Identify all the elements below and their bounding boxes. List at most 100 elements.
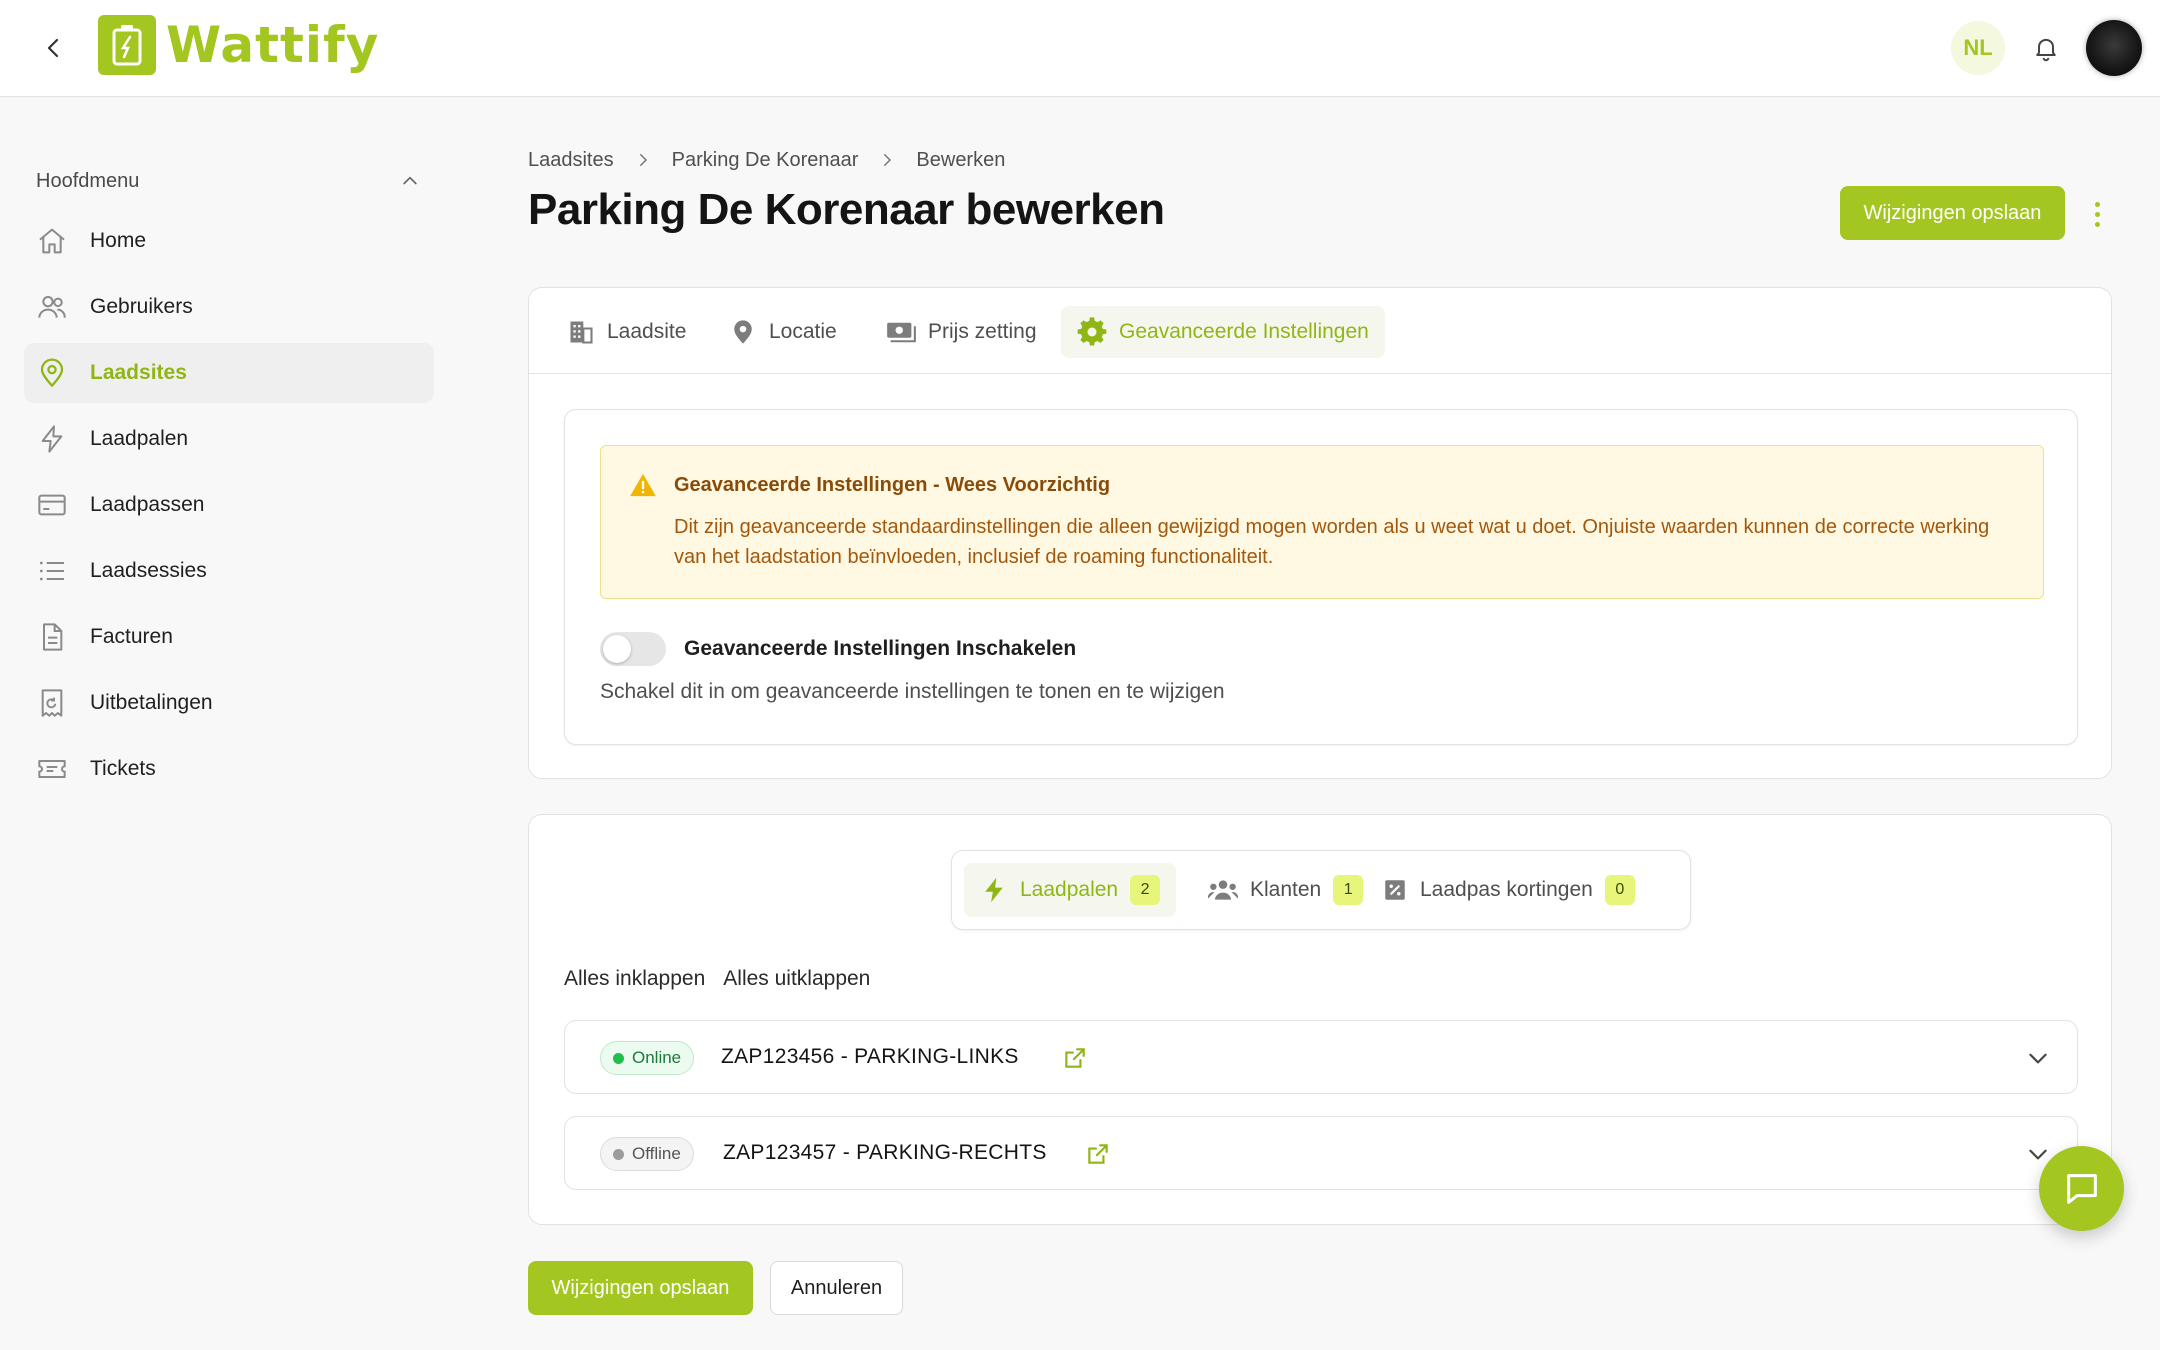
tab-bar: Laadsite Locatie Prijs zetting Geavancee… <box>529 288 2111 374</box>
charger-row[interactable]: Online ZAP123456 - PARKING-LINKS <box>564 1020 2078 1094</box>
list-icon <box>40 561 64 581</box>
document-icon <box>43 623 63 651</box>
breadcrumb-laadsites[interactable]: Laadsites <box>528 149 614 172</box>
chat-icon <box>2066 1173 2097 1204</box>
breadcrumb-current: Bewerken <box>916 148 1006 171</box>
cancel-button[interactable]: Annuleren <box>770 1261 903 1315</box>
chevron-right-icon <box>884 154 892 166</box>
building-icon <box>570 321 593 344</box>
external-link-icon[interactable] <box>1085 1141 1111 1167</box>
warning-text: Dit zijn geavanceerde standaardinstellin… <box>674 516 1990 568</box>
top-bar: Wattify NL <box>0 0 2160 97</box>
sidebar-item-facturen[interactable]: Facturen <box>24 607 434 667</box>
tab-geavanceerde-instellingen[interactable]: Geavanceerde Instellingen <box>1061 306 1385 358</box>
tab-laadsite[interactable]: Laadsite <box>551 306 702 358</box>
warning-title: Geavanceerde Instellingen - Wees Voorzic… <box>674 474 1111 496</box>
bolt-icon <box>41 425 63 453</box>
chargers-card: Laadpalen 2 Klanten 1 Laadpas kortingen … <box>528 814 2112 1225</box>
tab-label: Prijs zetting <box>928 320 1037 343</box>
advanced-settings-toggle[interactable] <box>600 632 666 666</box>
sidebar-item-label: Laadpalen <box>90 427 189 450</box>
collapse-controls: Alles inklappen Alles uitklappen <box>564 967 870 991</box>
brand-name: Wattify <box>166 16 380 74</box>
sidebar: Hoofdmenu Home Gebruikers Laadsites Laad… <box>0 97 448 1350</box>
sidebar-item-home[interactable]: Home <box>24 211 434 271</box>
bell-icon <box>2036 38 2056 62</box>
user-avatar[interactable] <box>2086 20 2142 76</box>
chevron-right-icon <box>639 154 647 166</box>
users-icon <box>38 296 66 318</box>
logo[interactable]: Wattify <box>98 14 379 76</box>
warning-alert: Geavanceerde Instellingen - Wees Voorzic… <box>600 445 2044 599</box>
location-icon <box>734 320 752 344</box>
sidebar-item-label: Laadsessies <box>90 559 207 582</box>
count-badge: 1 <box>1333 875 1364 905</box>
charger-row[interactable]: Offline ZAP123457 - PARKING-RECHTS <box>564 1116 2078 1190</box>
external-link-icon[interactable] <box>1062 1045 1088 1071</box>
advanced-settings-panel: Geavanceerde Instellingen - Wees Voorzic… <box>564 409 2078 745</box>
sidebar-item-label: Facturen <box>90 625 173 648</box>
advanced-toggle-row: Geavanceerde Instellingen Inschakelen <box>600 632 1076 666</box>
battery-logo-icon <box>98 15 156 75</box>
status-dot <box>613 1148 624 1160</box>
sidebar-item-label: Uitbetalingen <box>90 691 213 714</box>
toggle-label: Geavanceerde Instellingen Inschakelen <box>684 637 1077 660</box>
tab-locatie[interactable]: Locatie <box>713 306 853 358</box>
sidebar-item-laadpalen[interactable]: Laadpalen <box>24 409 434 469</box>
save-changes-button-bottom[interactable]: Wijzigingen opslaan <box>528 1261 753 1315</box>
sidebar-item-label: Home <box>90 229 147 252</box>
home-icon <box>39 228 65 254</box>
chevron-up-icon <box>403 176 417 185</box>
expand-all-link[interactable]: Alles uitklappen <box>723 967 870 991</box>
chat-button[interactable] <box>2039 1146 2124 1231</box>
subtab-laadpalen[interactable]: Laadpalen 2 <box>964 863 1177 917</box>
count-badge: 0 <box>1604 875 1635 905</box>
status-badge: Online <box>600 1041 695 1075</box>
users-icon <box>1208 880 1238 900</box>
map-pin-icon <box>40 358 64 388</box>
more-options-button[interactable] <box>2082 194 2112 234</box>
subtab-bar: Laadpalen 2 Klanten 1 Laadpas kortingen … <box>951 850 1691 930</box>
money-icon <box>887 322 916 343</box>
sidebar-item-users[interactable]: Gebruikers <box>24 277 434 337</box>
tab-label: Geavanceerde Instellingen <box>1119 320 1369 343</box>
receipt-icon <box>41 689 63 717</box>
sidebar-item-laadsessies[interactable]: Laadsessies <box>24 541 434 601</box>
breadcrumb-site[interactable]: Parking De Korenaar <box>672 149 859 172</box>
count-badge: 2 <box>1130 875 1161 905</box>
discount-icon <box>1385 880 1405 900</box>
subtab-laadpas-kortingen[interactable]: Laadpas kortingen 0 <box>1366 863 1651 917</box>
status-dot <box>613 1052 624 1064</box>
bolt-icon <box>985 877 1003 903</box>
charger-name: ZAP123457 - PARKING-RECHTS <box>723 1141 1047 1164</box>
breadcrumb: Laadsites Parking De Korenaar Bewerken <box>528 146 1005 174</box>
sidebar-item-label: Laadpassen <box>90 493 205 516</box>
ticket-icon <box>38 760 66 778</box>
sidebar-item-laadsites[interactable]: Laadsites <box>24 343 434 403</box>
subtab-label: Laadpas kortingen <box>1420 878 1593 901</box>
sidebar-item-label: Tickets <box>90 757 156 780</box>
chevron-left-icon <box>47 38 59 58</box>
sidebar-item-tickets[interactable]: Tickets <box>24 739 434 799</box>
main-menu-toggle[interactable]: Hoofdmenu <box>36 163 420 199</box>
subtab-klanten[interactable]: Klanten 1 <box>1192 863 1379 917</box>
tab-label: Locatie <box>769 320 837 343</box>
collapse-all-link[interactable]: Alles inklappen <box>564 967 705 991</box>
warning-icon <box>630 473 656 497</box>
main-menu-title: Hoofdmenu <box>36 169 140 192</box>
subtab-label: Laadpalen <box>1020 878 1119 901</box>
back-button[interactable] <box>36 30 72 66</box>
status-badge: Offline <box>600 1137 694 1171</box>
save-changes-button[interactable]: Wijzigingen opslaan <box>1840 186 2065 240</box>
notifications-button[interactable] <box>2028 30 2064 66</box>
gear-icon <box>1077 317 1107 346</box>
page-title: Parking De Korenaar bewerken <box>528 185 1165 234</box>
sidebar-item-uitbetalingen[interactable]: Uitbetalingen <box>24 673 434 733</box>
subtab-label: Klanten <box>1250 878 1322 901</box>
tab-prijs-zetting[interactable]: Prijs zetting <box>870 306 1053 358</box>
sidebar-item-label: Gebruikers <box>90 295 193 318</box>
language-switcher[interactable]: NL <box>1951 21 2005 75</box>
chevron-down-icon[interactable] <box>2025 1045 2051 1071</box>
sidebar-item-laadpassen[interactable]: Laadpassen <box>24 475 434 535</box>
site-edit-card: Laadsite Locatie Prijs zetting Geavancee… <box>528 287 2112 779</box>
